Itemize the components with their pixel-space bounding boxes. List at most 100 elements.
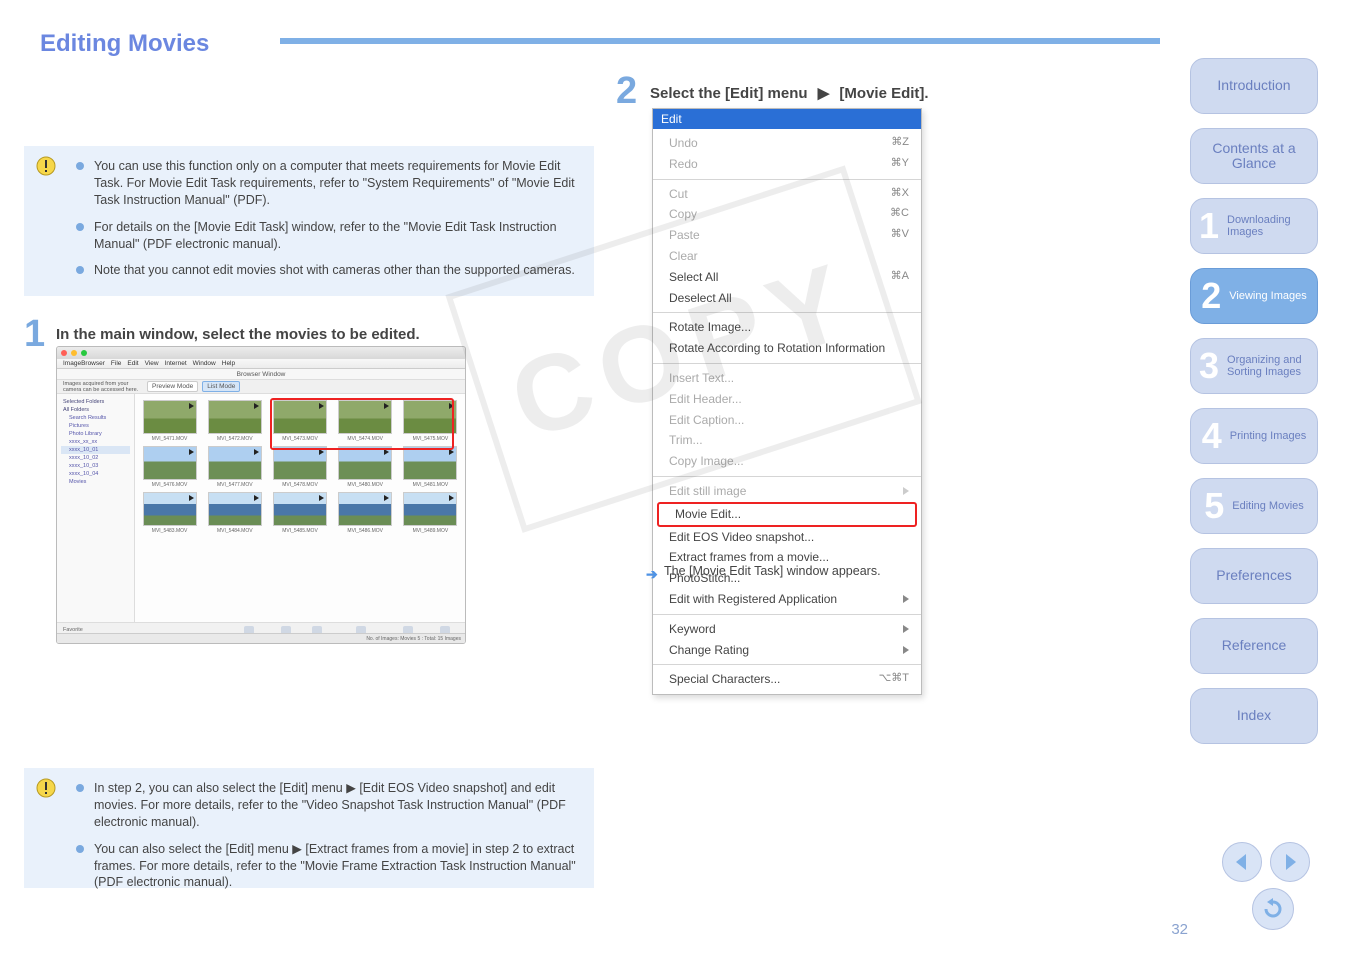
menubar-item[interactable]: Internet	[165, 360, 187, 367]
sidebar-item[interactable]: xxxx_10_02	[61, 454, 130, 462]
menu-item[interactable]: Special Characters...⌥⌘T	[653, 669, 921, 690]
shortcut-label: ⌘Z	[891, 135, 909, 152]
toolbar-info: Images acquired from your camera can be …	[63, 381, 143, 393]
thumbnail-image	[208, 492, 262, 526]
notice1-item1: You can use this function only on a comp…	[94, 158, 578, 209]
sidebar-item[interactable]: Movies	[61, 478, 130, 486]
nav-item[interactable]: Preferences	[1190, 548, 1318, 604]
menubar-item[interactable]: Edit	[127, 360, 138, 367]
menu-item: Edit still image	[653, 481, 921, 502]
thumbnail[interactable]: MVI_5481.MOV	[402, 446, 459, 488]
menu-item[interactable]: Deselect All	[653, 288, 921, 309]
thumbnail-image	[338, 446, 392, 480]
menubar-item[interactable]: Help	[222, 360, 235, 367]
thumbnail-caption: MVI_5473.MOV	[282, 436, 318, 442]
sidebar-item[interactable]: Selected Folders	[61, 398, 130, 406]
sidebar-item[interactable]: Pictures	[61, 422, 130, 430]
sidebar-item[interactable]: xxxx_xx_xx	[61, 438, 130, 446]
play-icon	[319, 403, 324, 409]
menubar-item[interactable]: ImageBrowser	[63, 360, 105, 367]
sidebar-item[interactable]: xxxx_10_03	[61, 462, 130, 470]
shortcut-label: ⌘A	[891, 269, 909, 286]
menu-item[interactable]: Edit with Registered Application	[653, 589, 921, 610]
menu-item[interactable]: Keyword	[653, 619, 921, 640]
thumbnail[interactable]: MVI_5483.MOV	[141, 492, 198, 534]
back-button[interactable]	[1252, 888, 1294, 930]
nav-item[interactable]: 4Printing Images	[1190, 408, 1318, 464]
play-icon	[254, 403, 259, 409]
sidebar-item[interactable]: xxxx_10_04	[61, 470, 130, 478]
sidebar-item[interactable]: All Folders	[61, 406, 130, 414]
triangle-left-icon	[1232, 852, 1252, 872]
thumbnail[interactable]: MVI_5473.MOV	[271, 400, 328, 442]
thumbnail-image	[403, 400, 457, 434]
play-icon	[384, 449, 389, 455]
chapter-label: Downloading Images	[1227, 214, 1309, 238]
menu-item[interactable]: Edit EOS Video snapshot...	[653, 527, 921, 548]
sidebar-item[interactable]: Search Results	[61, 414, 130, 422]
title-rule	[280, 38, 1160, 44]
bullet-icon	[76, 784, 84, 792]
menu-item[interactable]: Select All⌘A	[653, 267, 921, 288]
prev-page-button[interactable]	[1222, 842, 1262, 882]
thumbnail-caption: MVI_5474.MOV	[347, 436, 383, 442]
thumbnail-image	[403, 492, 457, 526]
thumbnail-caption: MVI_5484.MOV	[217, 528, 253, 534]
thumbnail[interactable]: MVI_5476.MOV	[141, 446, 198, 488]
thumbnail-caption: MVI_5472.MOV	[217, 436, 253, 442]
thumbnail[interactable]: MVI_5484.MOV	[206, 492, 263, 534]
sidebar-item[interactable]: xxxx_10_01	[61, 446, 130, 454]
browser-toolbar: Images acquired from your camera can be …	[57, 380, 465, 394]
sidebar-item[interactable]: Photo Library	[61, 430, 130, 438]
shortcut-label: ⌘C	[890, 206, 909, 223]
nav-item[interactable]: 5Editing Movies	[1190, 478, 1318, 534]
chapter-number: 4	[1202, 416, 1222, 456]
undo-icon	[1261, 897, 1285, 921]
chapter-number: 5	[1204, 486, 1224, 526]
thumbnail[interactable]: MVI_5480.MOV	[337, 446, 394, 488]
menu-item[interactable]: Change Rating	[653, 640, 921, 661]
nav-item[interactable]: Reference	[1190, 618, 1318, 674]
preview-mode-tab[interactable]: Preview Mode	[147, 381, 198, 392]
play-icon	[189, 403, 194, 409]
thumbnail-caption: MVI_5476.MOV	[152, 482, 188, 488]
play-icon	[189, 495, 194, 501]
thumbnail[interactable]: MVI_5471.MOV	[141, 400, 198, 442]
nav-item[interactable]: Contents at a Glance	[1190, 128, 1318, 184]
menubar-item[interactable]: Window	[193, 360, 216, 367]
thumbnail[interactable]: MVI_5472.MOV	[206, 400, 263, 442]
thumbnail[interactable]: MVI_5477.MOV	[206, 446, 263, 488]
list-mode-tab[interactable]: List Mode	[202, 381, 240, 392]
menubar-item[interactable]: View	[145, 360, 159, 367]
submenu-arrow-icon	[903, 487, 909, 495]
thumbnail[interactable]: MVI_5474.MOV	[337, 400, 394, 442]
thumbnail-image	[143, 400, 197, 434]
menu-item[interactable]: Rotate According to Rotation Information	[653, 338, 921, 359]
thumbnail-caption: MVI_5477.MOV	[217, 482, 253, 488]
menu-item[interactable]: Rotate Image...	[653, 317, 921, 338]
page-title: Editing Movies	[40, 30, 209, 58]
result-text: The [Movie Edit Task] window appears.	[664, 564, 881, 578]
thumbnail-image	[338, 400, 392, 434]
result-arrow-icon: ➔	[646, 566, 658, 583]
nav-item[interactable]: Index	[1190, 688, 1318, 744]
play-icon	[319, 495, 324, 501]
thumbnail[interactable]: MVI_5486.MOV	[337, 492, 394, 534]
thumbnail-caption: MVI_5478.MOV	[282, 482, 318, 488]
nav-item[interactable]: 1Downloading Images	[1190, 198, 1318, 254]
nav-item[interactable]: Introduction	[1190, 58, 1318, 114]
notice2-item1: In step 2, you can also select the [Edit…	[94, 780, 578, 831]
next-page-button[interactable]	[1270, 842, 1310, 882]
thumbnail[interactable]: MVI_5478.MOV	[271, 446, 328, 488]
thumbnail[interactable]: MVI_5475.MOV	[402, 400, 459, 442]
step2-label: Select the [Edit] menu ▶ [Movie Edit].	[650, 84, 929, 102]
thumbnail-caption: MVI_5489.MOV	[413, 528, 449, 534]
menu-item: Undo⌘Z	[653, 133, 921, 154]
menubar-item[interactable]: File	[111, 360, 121, 367]
thumbnail[interactable]: MVI_5485.MOV	[271, 492, 328, 534]
menu-item: Copy⌘C	[653, 204, 921, 225]
nav-item[interactable]: 2Viewing Images	[1190, 268, 1318, 324]
thumbnail[interactable]: MVI_5489.MOV	[402, 492, 459, 534]
menu-item-movie-edit[interactable]: Movie Edit...	[659, 504, 915, 525]
nav-item[interactable]: 3Organizing and Sorting Images	[1190, 338, 1318, 394]
